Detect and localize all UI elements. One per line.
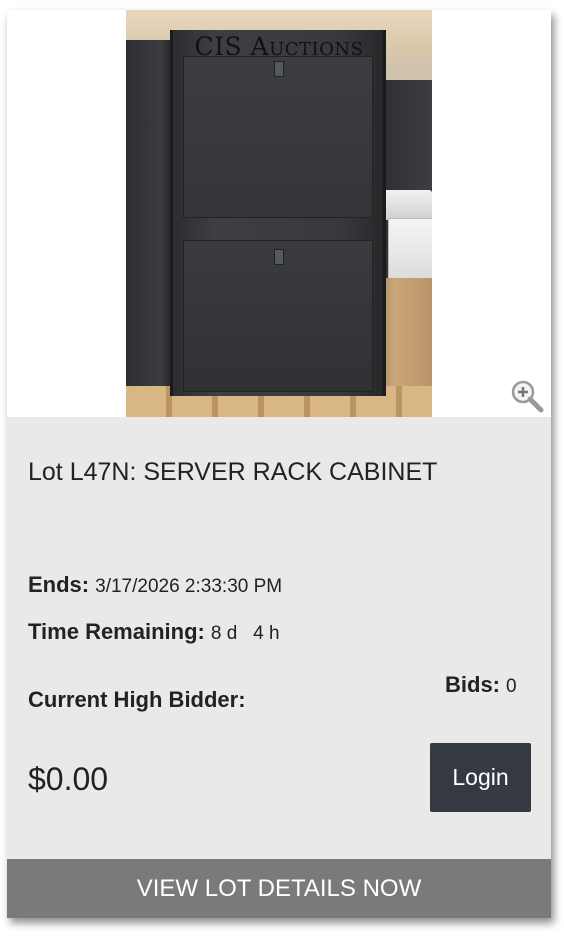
ends-label: Ends: [28,572,90,597]
bids-row: Bids: 0 [445,672,517,698]
lot-title[interactable]: Lot L47N: SERVER RACK CABINET [28,458,437,487]
view-lot-details-button[interactable]: VIEW LOT DETAILS NOW [7,859,551,918]
login-button[interactable]: Login [430,743,531,812]
watermark: CIS Auctions [194,32,364,61]
photo-cabinet-top-panel [183,56,373,218]
lot-info-panel: Lot L47N: SERVER RACK CABINET Ends: 3/17/… [7,417,551,859]
photo-handle [274,61,285,77]
current-price: $0.00 [28,761,109,797]
zoom-in-icon[interactable] [509,378,545,414]
ends-row: Ends: 3/17/2026 2:33:30 PM [28,572,282,598]
time-remaining-label: Time Remaining: [28,619,205,644]
photo-cabinet-bottom-panel [183,240,373,392]
photo-cabinet-left [126,40,176,392]
lot-image-area[interactable]: CIS Auctions [7,10,551,417]
bids-label: Bids: [445,672,500,697]
time-remaining-row: Time Remaining: 8 d 4 h [28,619,280,645]
high-bidder-row: Current High Bidder: [28,687,246,713]
photo-handle [274,249,285,265]
photo-printer [380,190,432,220]
lot-photo[interactable]: CIS Auctions [126,10,432,417]
time-remaining-value: 8 d 4 h [210,623,280,644]
ends-value: 3/17/2026 2:33:30 PM [95,576,283,597]
lot-card: CIS Auctions Lot L47N: SERVER RACK CABIN… [7,10,551,918]
bids-value: 0 [506,676,517,697]
high-bidder-label: Current High Bidder: [28,687,246,712]
photo-cabinet-main [170,30,386,396]
